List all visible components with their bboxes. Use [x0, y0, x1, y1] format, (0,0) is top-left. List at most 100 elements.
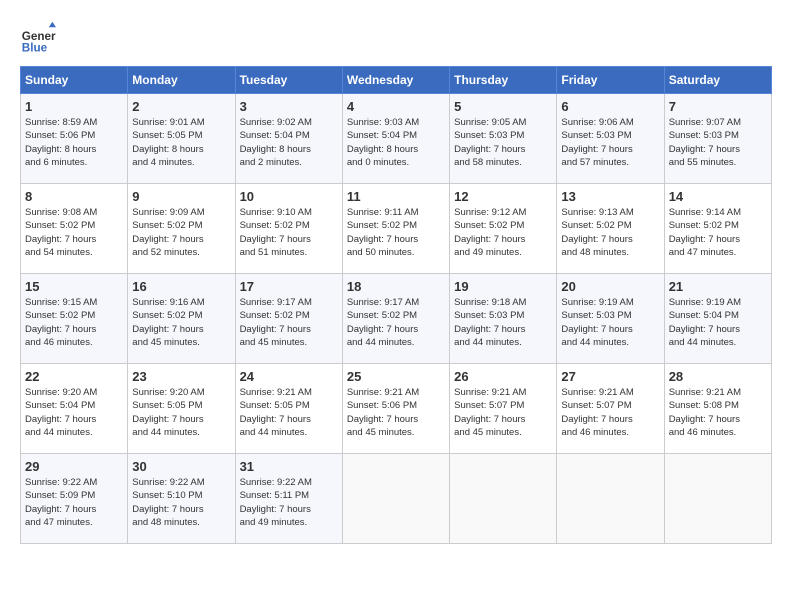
calendar-cell: 19 Sunrise: 9:18 AMSunset: 5:03 PMDayligh…	[450, 274, 557, 364]
day-info: Sunrise: 9:12 AMSunset: 5:02 PMDaylight:…	[454, 206, 552, 259]
calendar-cell: 31 Sunrise: 9:22 AMSunset: 5:11 PMDayligh…	[235, 454, 342, 544]
day-number: 19	[454, 279, 552, 294]
calendar-cell: 13 Sunrise: 9:13 AMSunset: 5:02 PMDayligh…	[557, 184, 664, 274]
calendar-cell: 16 Sunrise: 9:16 AMSunset: 5:02 PMDayligh…	[128, 274, 235, 364]
col-header-thursday: Thursday	[450, 67, 557, 94]
col-header-friday: Friday	[557, 67, 664, 94]
day-number: 27	[561, 369, 659, 384]
day-number: 23	[132, 369, 230, 384]
day-number: 7	[669, 99, 767, 114]
day-info: Sunrise: 9:17 AMSunset: 5:02 PMDaylight:…	[347, 296, 445, 349]
calendar-cell: 5 Sunrise: 9:05 AMSunset: 5:03 PMDaylight…	[450, 94, 557, 184]
day-info: Sunrise: 9:16 AMSunset: 5:02 PMDaylight:…	[132, 296, 230, 349]
calendar-cell: 17 Sunrise: 9:17 AMSunset: 5:02 PMDayligh…	[235, 274, 342, 364]
day-number: 24	[240, 369, 338, 384]
calendar-cell: 27 Sunrise: 9:21 AMSunset: 5:07 PMDayligh…	[557, 364, 664, 454]
calendar-cell: 22 Sunrise: 9:20 AMSunset: 5:04 PMDayligh…	[21, 364, 128, 454]
day-info: Sunrise: 9:19 AMSunset: 5:04 PMDaylight:…	[669, 296, 767, 349]
day-info: Sunrise: 8:59 AMSunset: 5:06 PMDaylight:…	[25, 116, 123, 169]
day-number: 5	[454, 99, 552, 114]
calendar-table: SundayMondayTuesdayWednesdayThursdayFrid…	[20, 66, 772, 544]
page-header: General Blue	[20, 20, 772, 56]
day-info: Sunrise: 9:22 AMSunset: 5:10 PMDaylight:…	[132, 476, 230, 529]
logo: General Blue	[20, 20, 56, 56]
day-info: Sunrise: 9:20 AMSunset: 5:05 PMDaylight:…	[132, 386, 230, 439]
calendar-cell: 15Sunrise: 9:15 AMSunset: 5:02 PMDayligh…	[21, 274, 128, 364]
calendar-cell: 23 Sunrise: 9:20 AMSunset: 5:05 PMDayligh…	[128, 364, 235, 454]
day-number: 6	[561, 99, 659, 114]
day-info: Sunrise: 9:03 AMSunset: 5:04 PMDaylight:…	[347, 116, 445, 169]
day-number: 1	[25, 99, 123, 114]
day-info: Sunrise: 9:08 AMSunset: 5:02 PMDaylight:…	[25, 206, 123, 259]
calendar-cell: 10 Sunrise: 9:10 AMSunset: 5:02 PMDayligh…	[235, 184, 342, 274]
day-info: Sunrise: 9:05 AMSunset: 5:03 PMDaylight:…	[454, 116, 552, 169]
day-number: 25	[347, 369, 445, 384]
calendar-cell: 29 Sunrise: 9:22 AMSunset: 5:09 PMDayligh…	[21, 454, 128, 544]
calendar-cell: 14 Sunrise: 9:14 AMSunset: 5:02 PMDayligh…	[664, 184, 771, 274]
day-number: 9	[132, 189, 230, 204]
logo-icon: General Blue	[20, 20, 56, 56]
day-number: 21	[669, 279, 767, 294]
day-number: 26	[454, 369, 552, 384]
calendar-cell: 18 Sunrise: 9:17 AMSunset: 5:02 PMDayligh…	[342, 274, 449, 364]
day-number: 29	[25, 459, 123, 474]
week-row: 22 Sunrise: 9:20 AMSunset: 5:04 PMDayligh…	[21, 364, 772, 454]
col-header-saturday: Saturday	[664, 67, 771, 94]
calendar-cell: 20 Sunrise: 9:19 AMSunset: 5:03 PMDayligh…	[557, 274, 664, 364]
day-info: Sunrise: 9:13 AMSunset: 5:02 PMDaylight:…	[561, 206, 659, 259]
calendar-cell: 24Sunrise: 9:21 AMSunset: 5:05 PMDayligh…	[235, 364, 342, 454]
day-info: Sunrise: 9:07 AMSunset: 5:03 PMDaylight:…	[669, 116, 767, 169]
day-number: 31	[240, 459, 338, 474]
calendar-cell: 21 Sunrise: 9:19 AMSunset: 5:04 PMDayligh…	[664, 274, 771, 364]
calendar-cell: 12Sunrise: 9:12 AMSunset: 5:02 PMDayligh…	[450, 184, 557, 274]
day-number: 3	[240, 99, 338, 114]
day-number: 22	[25, 369, 123, 384]
day-info: Sunrise: 9:17 AMSunset: 5:02 PMDaylight:…	[240, 296, 338, 349]
day-info: Sunrise: 9:02 AMSunset: 5:04 PMDaylight:…	[240, 116, 338, 169]
week-row: 15Sunrise: 9:15 AMSunset: 5:02 PMDayligh…	[21, 274, 772, 364]
day-info: Sunrise: 9:22 AMSunset: 5:09 PMDaylight:…	[25, 476, 123, 529]
day-info: Sunrise: 9:22 AMSunset: 5:11 PMDaylight:…	[240, 476, 338, 529]
day-number: 10	[240, 189, 338, 204]
calendar-cell: 2 Sunrise: 9:01 AMSunset: 5:05 PMDaylight…	[128, 94, 235, 184]
day-number: 4	[347, 99, 445, 114]
day-info: Sunrise: 9:10 AMSunset: 5:02 PMDaylight:…	[240, 206, 338, 259]
col-header-monday: Monday	[128, 67, 235, 94]
day-number: 18	[347, 279, 445, 294]
week-row: 1 Sunrise: 8:59 AMSunset: 5:06 PMDaylight…	[21, 94, 772, 184]
day-info: Sunrise: 9:01 AMSunset: 5:05 PMDaylight:…	[132, 116, 230, 169]
calendar-cell: 25 Sunrise: 9:21 AMSunset: 5:06 PMDayligh…	[342, 364, 449, 454]
day-number: 20	[561, 279, 659, 294]
day-number: 13	[561, 189, 659, 204]
day-info: Sunrise: 9:21 AMSunset: 5:08 PMDaylight:…	[669, 386, 767, 439]
calendar-cell: 30Sunrise: 9:22 AMSunset: 5:10 PMDayligh…	[128, 454, 235, 544]
day-number: 16	[132, 279, 230, 294]
day-info: Sunrise: 9:14 AMSunset: 5:02 PMDaylight:…	[669, 206, 767, 259]
calendar-cell: 26 Sunrise: 9:21 AMSunset: 5:07 PMDayligh…	[450, 364, 557, 454]
day-info: Sunrise: 9:20 AMSunset: 5:04 PMDaylight:…	[25, 386, 123, 439]
day-number: 14	[669, 189, 767, 204]
day-number: 28	[669, 369, 767, 384]
day-info: Sunrise: 9:11 AMSunset: 5:02 PMDaylight:…	[347, 206, 445, 259]
calendar-cell: 9Sunrise: 9:09 AMSunset: 5:02 PMDaylight…	[128, 184, 235, 274]
week-row: 8 Sunrise: 9:08 AMSunset: 5:02 PMDaylight…	[21, 184, 772, 274]
day-number: 17	[240, 279, 338, 294]
week-row: 29 Sunrise: 9:22 AMSunset: 5:09 PMDayligh…	[21, 454, 772, 544]
day-number: 2	[132, 99, 230, 114]
calendar-cell: 4 Sunrise: 9:03 AMSunset: 5:04 PMDaylight…	[342, 94, 449, 184]
day-number: 11	[347, 189, 445, 204]
col-header-tuesday: Tuesday	[235, 67, 342, 94]
calendar-cell: 7 Sunrise: 9:07 AMSunset: 5:03 PMDaylight…	[664, 94, 771, 184]
calendar-cell: 28 Sunrise: 9:21 AMSunset: 5:08 PMDayligh…	[664, 364, 771, 454]
day-number: 8	[25, 189, 123, 204]
svg-text:Blue: Blue	[22, 42, 48, 55]
day-info: Sunrise: 9:21 AMSunset: 5:06 PMDaylight:…	[347, 386, 445, 439]
day-info: Sunrise: 9:21 AMSunset: 5:07 PMDaylight:…	[454, 386, 552, 439]
day-info: Sunrise: 9:18 AMSunset: 5:03 PMDaylight:…	[454, 296, 552, 349]
calendar-cell	[450, 454, 557, 544]
day-info: Sunrise: 9:19 AMSunset: 5:03 PMDaylight:…	[561, 296, 659, 349]
calendar-cell: 3 Sunrise: 9:02 AMSunset: 5:04 PMDaylight…	[235, 94, 342, 184]
calendar-cell: 11 Sunrise: 9:11 AMSunset: 5:02 PMDayligh…	[342, 184, 449, 274]
day-info: Sunrise: 9:21 AMSunset: 5:07 PMDaylight:…	[561, 386, 659, 439]
col-header-wednesday: Wednesday	[342, 67, 449, 94]
